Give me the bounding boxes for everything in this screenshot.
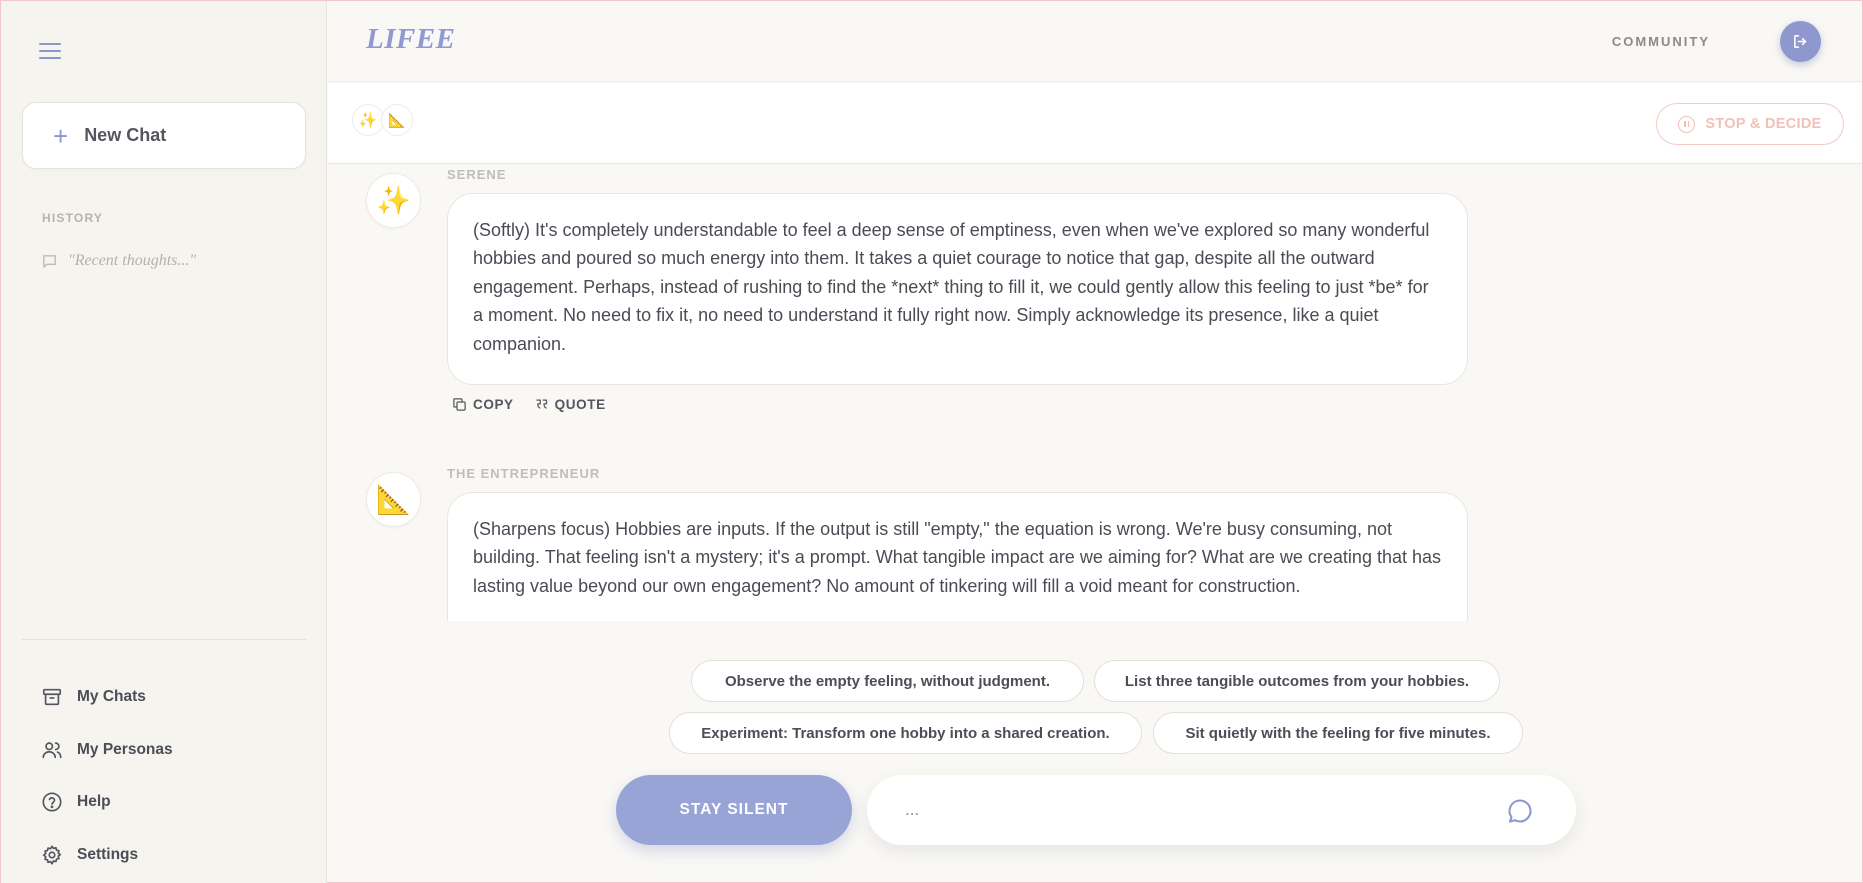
quote-label: QUOTE [554, 397, 606, 412]
suggestion-chip[interactable]: Sit quietly with the feeling for five mi… [1153, 712, 1523, 754]
sidebar-item-settings[interactable]: Settings [41, 829, 173, 882]
app-logo[interactable]: LIFEE [366, 23, 456, 56]
chat-bubble-icon [43, 254, 56, 268]
sidebar-menu: My Chats My Personas Help Settings [41, 671, 173, 881]
chat-thread[interactable]: ✨ SERENE (Softly) It's completely unders… [328, 165, 1862, 621]
message-author: THE ENTREPRENEUR [447, 466, 601, 481]
stop-and-decide-label: STOP & DECIDE [1705, 116, 1822, 132]
message-bubble: (Sharpens focus) Hobbies are inputs. If … [447, 492, 1468, 621]
suggestion-chip[interactable]: Observe the empty feeling, without judgm… [691, 660, 1084, 702]
logout-button[interactable] [1780, 21, 1821, 62]
new-chat-label: New Chat [84, 125, 167, 145]
message-author: SERENE [447, 167, 507, 182]
persona-serene-avatar[interactable]: ✨ [352, 104, 384, 136]
message-composer [867, 775, 1576, 845]
sidebar-item-help[interactable]: Help [41, 776, 173, 829]
quote-icon [536, 399, 547, 409]
sidebar-item-my-personas[interactable]: My Personas [41, 724, 173, 777]
stop-and-decide-button[interactable]: STOP & DECIDE [1656, 103, 1844, 145]
community-link[interactable]: COMMUNITY [1612, 34, 1710, 49]
stay-silent-button[interactable]: STAY SILENT [616, 775, 852, 845]
sidebar-divider [22, 639, 306, 640]
entrepreneur-avatar: 📐 [366, 472, 421, 527]
sidebar-item-label: My Personas [77, 740, 173, 758]
persona-entrepreneur-avatar[interactable]: 📐 [381, 104, 413, 136]
copy-button[interactable]: COPY [452, 397, 514, 412]
message-bubble: (Softly) It's completely understandable … [447, 193, 1468, 385]
history-item-label: "Recent thoughts..." [68, 252, 197, 269]
message-actions: COPY QUOTE [452, 397, 606, 412]
top-header: LIFEE COMMUNITY [328, 1, 1862, 82]
pause-icon [1678, 115, 1696, 133]
suggestion-chip[interactable]: List three tangible outcomes from your h… [1094, 660, 1500, 702]
quote-button[interactable]: QUOTE [534, 397, 606, 412]
history-item[interactable]: "Recent thoughts..." [41, 252, 196, 270]
users-icon [42, 742, 62, 758]
persona-bar: ✨ 📐 STOP & DECIDE [328, 83, 1862, 164]
help-icon [42, 792, 62, 812]
copy-icon [453, 398, 466, 411]
sidebar-item-label: Help [77, 793, 111, 811]
copy-label: COPY [473, 397, 514, 412]
history-title: HISTORY [42, 211, 104, 225]
serene-avatar: ✨ [366, 173, 421, 228]
sidebar-item-label: My Chats [77, 688, 146, 706]
sidebar-item-label: Settings [77, 845, 139, 863]
gear-icon [42, 845, 62, 865]
suggestion-chip[interactable]: Experiment: Transform one hobby into a s… [669, 712, 1142, 754]
chat-send-icon[interactable] [1506, 797, 1534, 825]
message-input[interactable] [905, 800, 1505, 820]
plus-icon: + [53, 120, 69, 151]
new-chat-button[interactable]: + New Chat [22, 102, 306, 169]
sidebar: + New Chat HISTORY "Recent thoughts..." … [1, 1, 327, 883]
logout-icon [1794, 35, 1807, 48]
sidebar-item-my-chats[interactable]: My Chats [41, 671, 173, 724]
archive-icon [42, 689, 62, 706]
menu-toggle-icon[interactable] [39, 43, 61, 63]
